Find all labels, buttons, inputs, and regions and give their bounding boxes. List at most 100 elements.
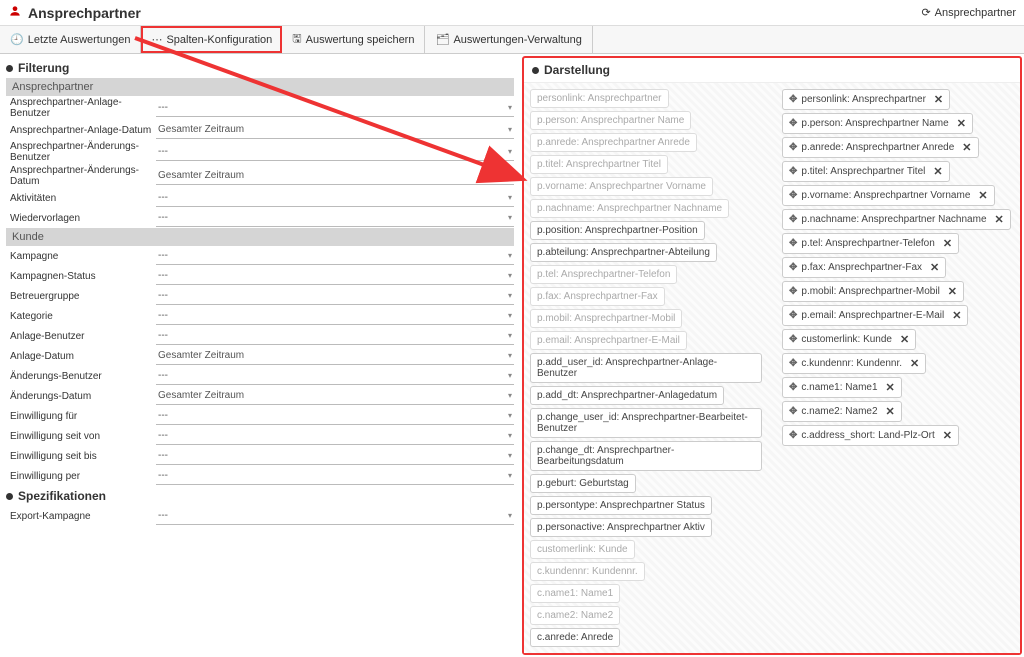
filter-row: Export-Kampagne---▾ xyxy=(6,506,514,526)
refresh-icon: ⟳ xyxy=(921,6,930,19)
remove-icon[interactable]: ✕ xyxy=(886,405,895,418)
filter-select[interactable]: ---▾ xyxy=(156,247,514,265)
selected-column-chip[interactable]: ✥p.email: Ansprechpartner-E-Mail✕ xyxy=(782,305,968,326)
remove-icon[interactable]: ✕ xyxy=(995,213,1004,226)
filter-select[interactable]: ---▾ xyxy=(156,427,514,445)
available-column-chip[interactable]: p.personactive: Ansprechpartner Aktiv xyxy=(530,518,712,537)
selected-column-chip[interactable]: ✥c.name2: Name2✕ xyxy=(782,401,902,422)
remove-icon[interactable]: ✕ xyxy=(900,333,909,346)
selected-columns-list: ✥personlink: Ansprechpartner✕ ✥p.person: … xyxy=(782,89,1014,647)
filter-row: Wiedervorlagen---▾ xyxy=(6,208,514,228)
filter-select[interactable]: ---▾ xyxy=(156,327,514,345)
filter-row: Anlage-DatumGesamter Zeitraum▾ xyxy=(6,346,514,366)
darstellung-panel: Darstellung personlink: Ansprechpartnerp… xyxy=(522,56,1022,655)
filter-select[interactable]: ---▾ xyxy=(156,407,514,425)
drag-icon: ✥ xyxy=(789,214,797,225)
available-column-chip[interactable]: p.add_user_id: Ansprechpartner-Anlage-Be… xyxy=(530,353,762,383)
filter-select[interactable]: ---▾ xyxy=(156,287,514,305)
filter-label: Wiedervorlagen xyxy=(6,213,156,224)
chevron-down-icon: ▾ xyxy=(508,125,512,134)
refresh-link[interactable]: ⟳ Ansprechpartner xyxy=(921,6,1016,19)
selected-column-chip[interactable]: ✥p.person: Ansprechpartner Name✕ xyxy=(782,113,973,134)
remove-icon[interactable]: ✕ xyxy=(962,141,971,154)
filter-label: Aktivitäten xyxy=(6,193,156,204)
available-column-chip: p.anrede: Ansprechpartner Anrede xyxy=(530,133,697,152)
remove-icon[interactable]: ✕ xyxy=(943,237,952,250)
filter-row: Ansprechpartner-Anlage-Benutzer---▾ xyxy=(6,96,514,120)
manage-evaluations-button[interactable]: 🗂Auswertungen-Verwaltung xyxy=(425,26,592,53)
filter-row: Betreuergruppe---▾ xyxy=(6,286,514,306)
filter-row: Ansprechpartner-Anlage-DatumGesamter Zei… xyxy=(6,120,514,140)
drag-icon: ✥ xyxy=(789,94,797,105)
filter-select[interactable]: ---▾ xyxy=(156,367,514,385)
filter-label: Kampagnen-Status xyxy=(6,271,156,282)
selected-column-chip[interactable]: ✥p.nachname: Ansprechpartner Nachname✕ xyxy=(782,209,1011,230)
chevron-down-icon: ▾ xyxy=(508,213,512,222)
remove-icon[interactable]: ✕ xyxy=(952,309,961,322)
chevron-down-icon: ▾ xyxy=(508,171,512,180)
selected-column-chip[interactable]: ✥p.vorname: Ansprechpartner Vorname✕ xyxy=(782,185,995,206)
selected-column-chip[interactable]: ✥p.mobil: Ansprechpartner-Mobil✕ xyxy=(782,281,964,302)
page-title-text: Ansprechpartner xyxy=(28,5,141,21)
chevron-down-icon: ▾ xyxy=(508,331,512,340)
remove-icon[interactable]: ✕ xyxy=(933,165,942,178)
filter-select[interactable]: Gesamter Zeitraum▾ xyxy=(156,121,514,139)
filter-select[interactable]: ---▾ xyxy=(156,447,514,465)
selected-column-chip[interactable]: ✥c.name1: Name1✕ xyxy=(782,377,902,398)
available-column-chip[interactable]: p.change_dt: Ansprechpartner-Bearbeitung… xyxy=(530,441,762,471)
chevron-down-icon: ▾ xyxy=(508,431,512,440)
filter-select[interactable]: ---▾ xyxy=(156,307,514,325)
selected-column-chip[interactable]: ✥p.titel: Ansprechpartner Titel✕ xyxy=(782,161,950,182)
drag-icon: ✥ xyxy=(789,310,797,321)
available-column-chip[interactable]: c.anrede: Anrede xyxy=(530,628,620,647)
filter-select[interactable]: ---▾ xyxy=(156,467,514,485)
filter-select[interactable]: ---▾ xyxy=(156,189,514,207)
drag-icon: ✥ xyxy=(789,238,797,249)
available-column-chip[interactable]: p.change_user_id: Ansprechpartner-Bearbe… xyxy=(530,408,762,438)
drag-icon: ✥ xyxy=(789,118,797,129)
toolbar: 🕘Letzte Auswertungen ⋯Spalten-Konfigurat… xyxy=(0,26,1024,54)
column-config-button[interactable]: ⋯Spalten-Konfiguration xyxy=(141,26,282,53)
chevron-down-icon: ▾ xyxy=(508,251,512,260)
filter-select[interactable]: ---▾ xyxy=(156,99,514,117)
filter-select[interactable]: Gesamter Zeitraum▾ xyxy=(156,387,514,405)
selected-column-chip[interactable]: ✥p.tel: Ansprechpartner-Telefon✕ xyxy=(782,233,959,254)
remove-icon[interactable]: ✕ xyxy=(886,381,895,394)
selected-column-chip[interactable]: ✥c.address_short: Land-Plz-Ort✕ xyxy=(782,425,959,446)
available-column-chip[interactable]: p.add_dt: Ansprechpartner-Anlagedatum xyxy=(530,386,724,405)
remove-icon[interactable]: ✕ xyxy=(930,261,939,274)
recent-evaluations-button[interactable]: 🕘Letzte Auswertungen xyxy=(0,26,141,53)
selected-column-chip[interactable]: ✥personlink: Ansprechpartner✕ xyxy=(782,89,950,110)
drag-icon: ✥ xyxy=(789,286,797,297)
remove-icon[interactable]: ✕ xyxy=(943,429,952,442)
available-column-chip[interactable]: p.geburt: Geburtstag xyxy=(530,474,636,493)
selected-column-chip[interactable]: ✥p.anrede: Ansprechpartner Anrede✕ xyxy=(782,137,979,158)
filter-row: Aktivitäten---▾ xyxy=(6,188,514,208)
filter-row: Änderungs-Benutzer---▾ xyxy=(6,366,514,386)
remove-icon[interactable]: ✕ xyxy=(948,285,957,298)
remove-icon[interactable]: ✕ xyxy=(957,117,966,130)
chevron-down-icon: ▾ xyxy=(508,471,512,480)
filter-select[interactable]: ---▾ xyxy=(156,507,514,525)
filter-select[interactable]: ---▾ xyxy=(156,143,514,161)
available-column-chip[interactable]: p.position: Ansprechpartner-Position xyxy=(530,221,705,240)
refresh-label: Ansprechpartner xyxy=(935,7,1016,19)
save-evaluation-button[interactable]: 🖫Auswertung speichern xyxy=(282,26,425,53)
remove-icon[interactable]: ✕ xyxy=(934,93,943,106)
filter-label: Ansprechpartner-Anlage-Datum xyxy=(6,125,156,136)
available-column-chip[interactable]: p.abteilung: Ansprechpartner-Abteilung xyxy=(530,243,717,262)
selected-column-chip[interactable]: ✥p.fax: Ansprechpartner-Fax✕ xyxy=(782,257,946,278)
drag-icon: ✥ xyxy=(789,190,797,201)
filter-select[interactable]: Gesamter Zeitraum▾ xyxy=(156,347,514,365)
filter-select[interactable]: ---▾ xyxy=(156,267,514,285)
remove-icon[interactable]: ✕ xyxy=(978,189,987,202)
filter-row: Einwilligung seit von---▾ xyxy=(6,426,514,446)
available-column-chip: p.person: Ansprechpartner Name xyxy=(530,111,691,130)
filter-select[interactable]: Gesamter Zeitraum▾ xyxy=(156,167,514,185)
selected-column-chip[interactable]: ✥c.kundennr: Kundennr.✕ xyxy=(782,353,926,374)
selected-column-chip[interactable]: ✥customerlink: Kunde✕ xyxy=(782,329,916,350)
available-column-chip[interactable]: p.persontype: Ansprechpartner Status xyxy=(530,496,712,515)
remove-icon[interactable]: ✕ xyxy=(910,357,919,370)
filter-select[interactable]: ---▾ xyxy=(156,209,514,227)
available-column-chip: p.titel: Ansprechpartner Titel xyxy=(530,155,668,174)
